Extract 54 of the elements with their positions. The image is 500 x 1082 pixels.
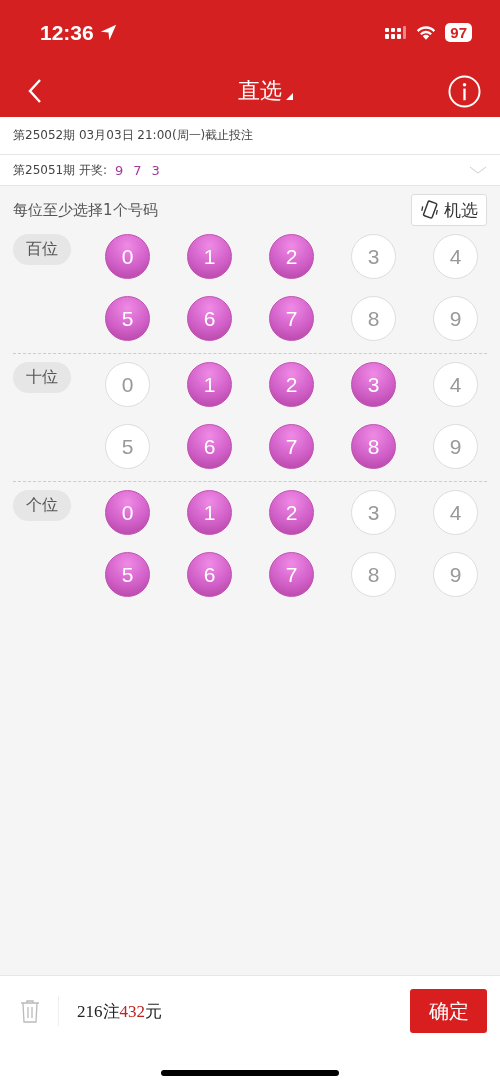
position-label: 个位 xyxy=(13,490,71,521)
back-icon[interactable] xyxy=(28,78,42,104)
number-ball[interactable]: 8 xyxy=(351,552,396,597)
number-ball[interactable]: 1 xyxy=(187,234,232,279)
clock-time: 12:36 xyxy=(40,20,94,45)
number-ball[interactable]: 9 xyxy=(433,296,478,341)
last-draw-label: 第25051期 开奖: xyxy=(13,161,108,179)
number-ball[interactable]: 7 xyxy=(269,552,314,597)
draw-number: 3 xyxy=(151,162,160,178)
position-label: 十位 xyxy=(13,362,71,393)
number-ball[interactable]: 5 xyxy=(105,552,150,597)
battery-indicator: 97 xyxy=(445,23,472,42)
signal-icon xyxy=(385,25,408,40)
hint-text: 每位至少选择1个号码 xyxy=(13,200,158,220)
number-ball[interactable]: 7 xyxy=(269,424,314,469)
draw-number: 7 xyxy=(133,162,142,178)
phone-shake-icon xyxy=(420,200,440,220)
number-ball[interactable]: 2 xyxy=(269,490,314,535)
number-ball[interactable]: 4 xyxy=(433,234,478,279)
number-ball[interactable]: 1 xyxy=(187,490,232,535)
number-ball[interactable]: 0 xyxy=(105,234,150,279)
number-ball[interactable]: 5 xyxy=(105,296,150,341)
bet-summary: 216注432元 xyxy=(77,1000,162,1023)
number-ball[interactable]: 1 xyxy=(187,362,232,407)
number-ball[interactable]: 6 xyxy=(187,296,232,341)
deadline-text: 第25052期 03月03日 21:00(周一)截止投注 xyxy=(13,127,254,144)
number-ball[interactable]: 6 xyxy=(187,552,232,597)
number-ball[interactable]: 3 xyxy=(351,490,396,535)
number-ball[interactable]: 6 xyxy=(187,424,232,469)
number-ball[interactable]: 7 xyxy=(269,296,314,341)
number-ball[interactable]: 2 xyxy=(269,362,314,407)
number-ball[interactable]: 2 xyxy=(269,234,314,279)
number-ball[interactable]: 4 xyxy=(433,490,478,535)
number-ball[interactable]: 8 xyxy=(351,296,396,341)
position-label: 百位 xyxy=(13,234,71,265)
random-pick-button[interactable]: 机选 xyxy=(411,194,487,226)
number-ball[interactable]: 9 xyxy=(433,424,478,469)
last-draw-row[interactable]: 第25051期 开奖: 9 7 3 xyxy=(0,155,500,186)
number-ball[interactable]: 3 xyxy=(351,234,396,279)
location-arrow-icon xyxy=(99,24,117,41)
number-ball[interactable]: 0 xyxy=(105,490,150,535)
info-icon[interactable] xyxy=(448,74,481,108)
confirm-button[interactable]: 确定 xyxy=(410,989,487,1033)
wifi-icon xyxy=(415,24,438,41)
chevron-down-icon xyxy=(469,166,487,174)
number-ball[interactable]: 9 xyxy=(433,552,478,597)
number-ball[interactable]: 3 xyxy=(351,362,396,407)
draw-number: 9 xyxy=(115,162,124,178)
number-ball[interactable]: 8 xyxy=(351,424,396,469)
play-type-dropdown[interactable]: 直选 xyxy=(237,76,293,106)
number-ball[interactable]: 5 xyxy=(105,424,150,469)
number-ball[interactable]: 0 xyxy=(105,362,150,407)
triangle-icon xyxy=(285,93,293,100)
number-ball[interactable]: 4 xyxy=(433,362,478,407)
